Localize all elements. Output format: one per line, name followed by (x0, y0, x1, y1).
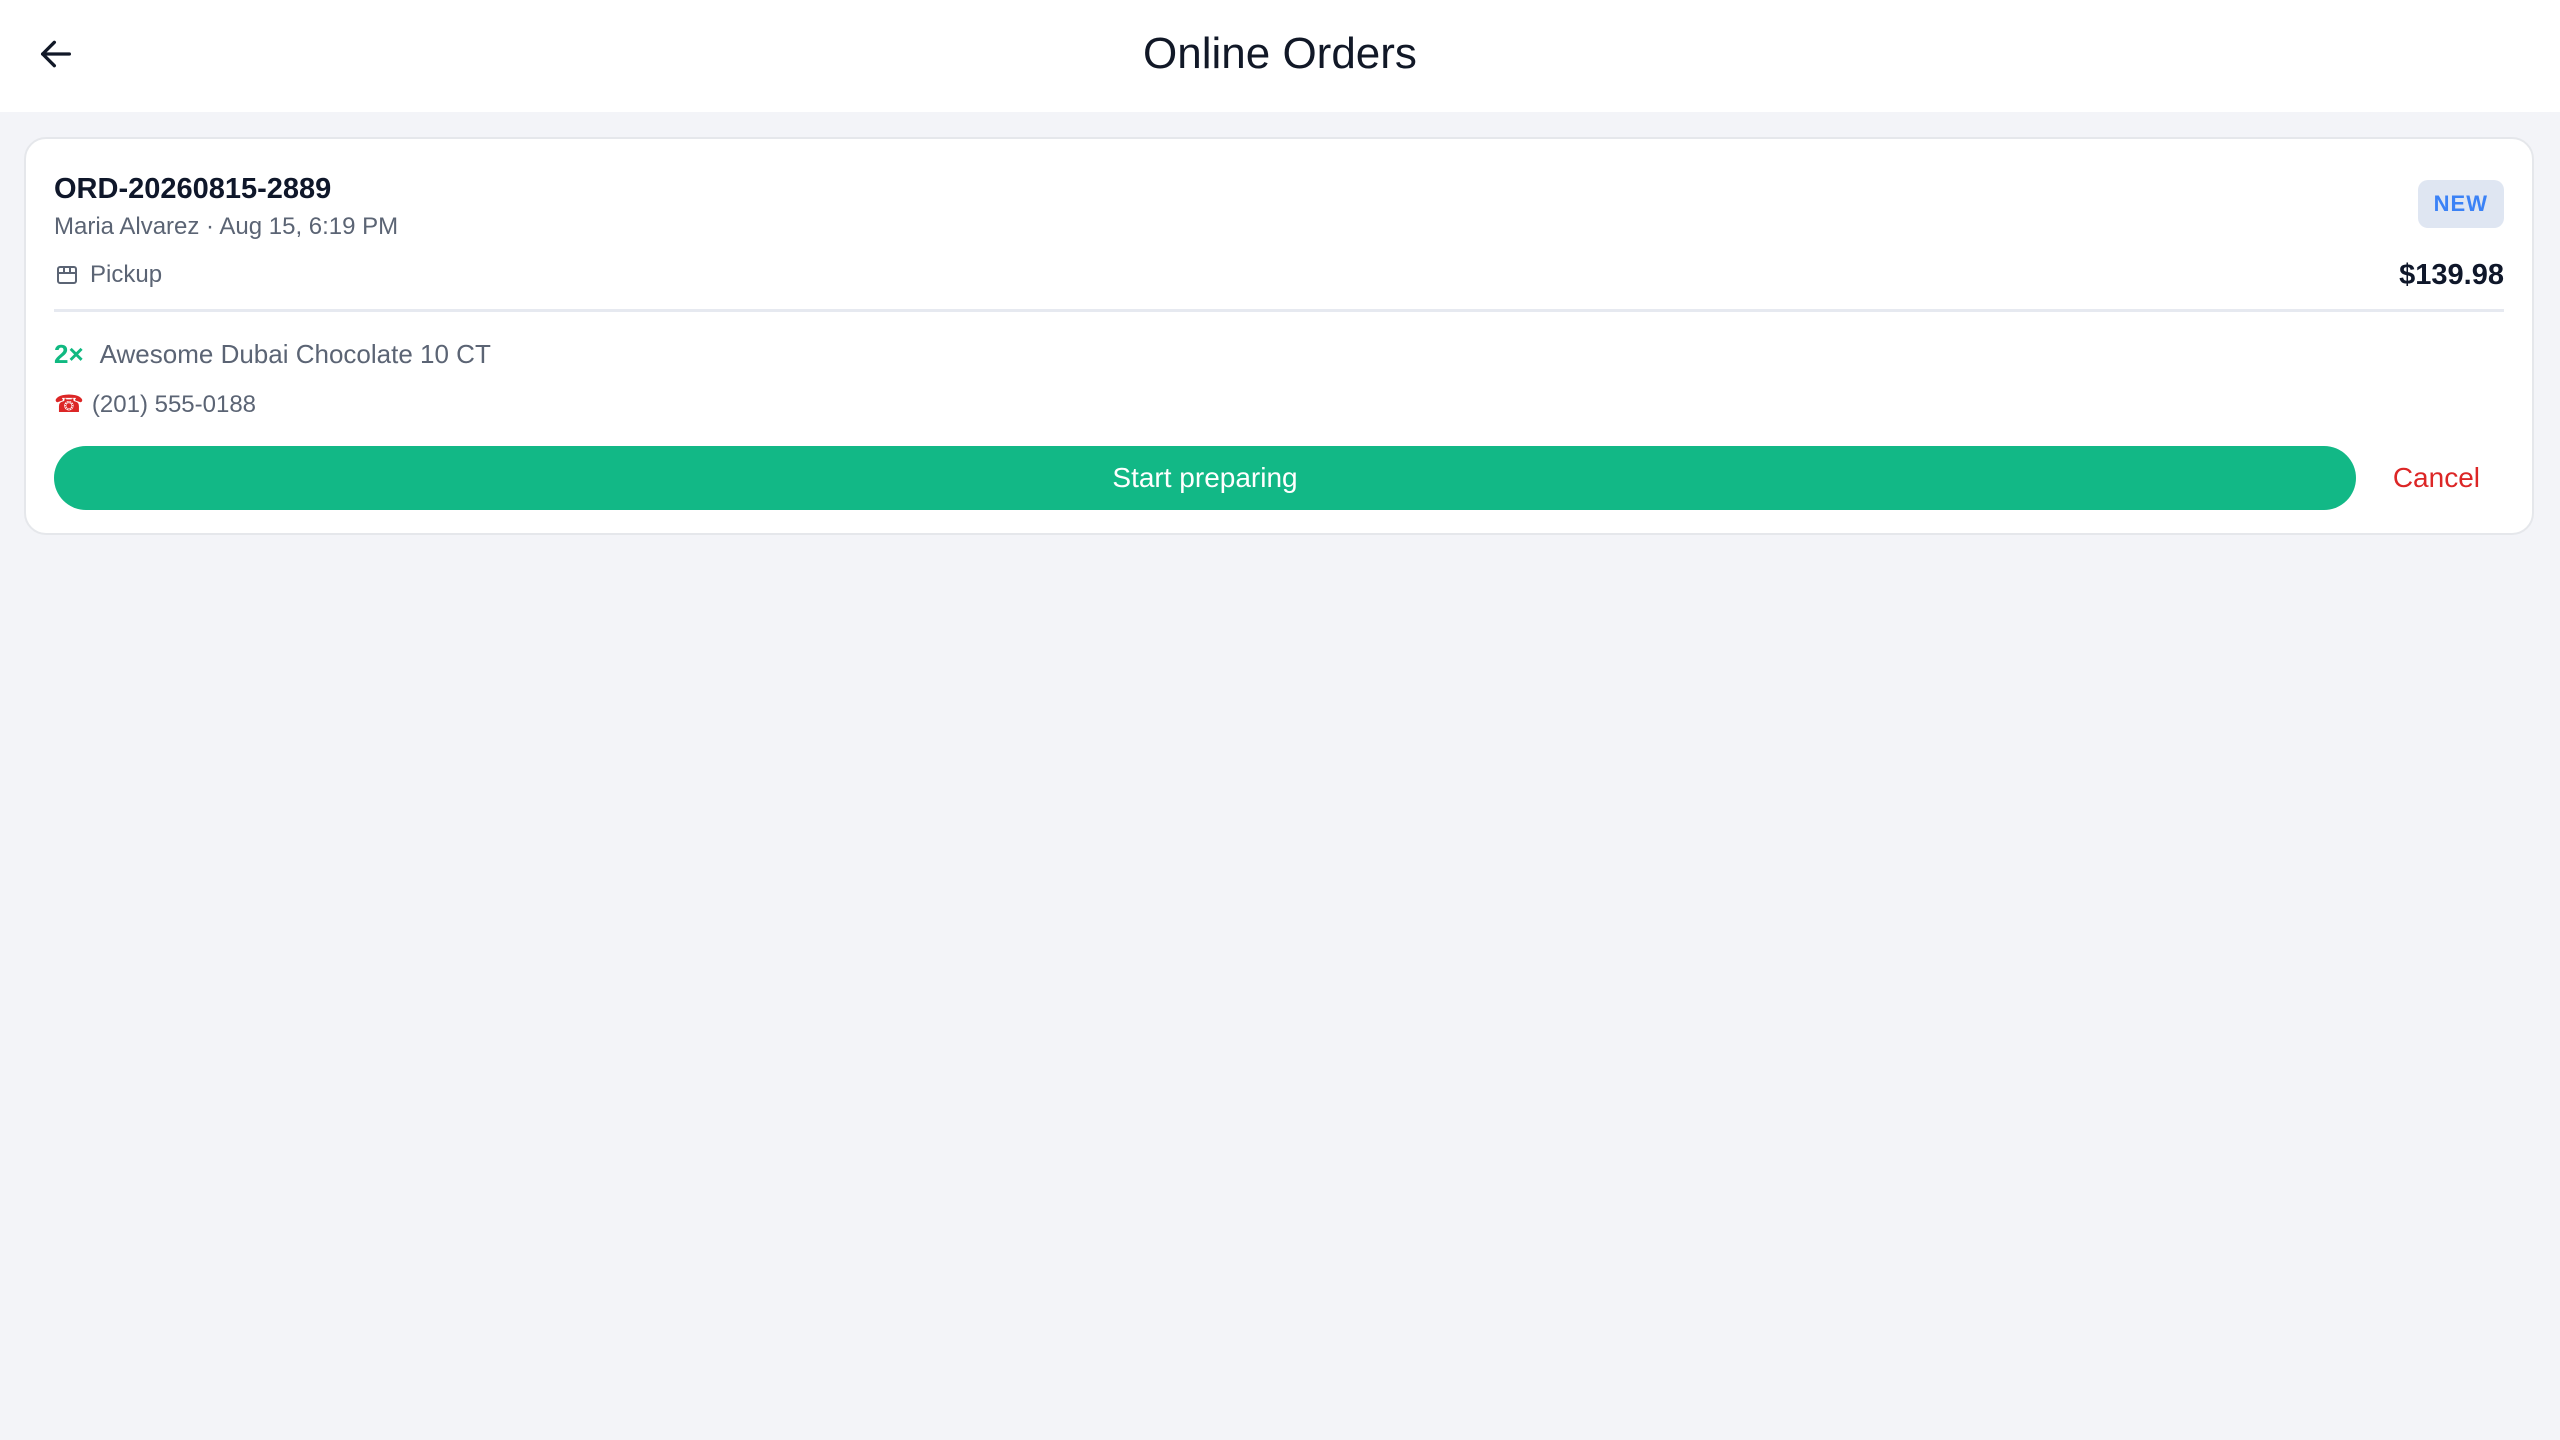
order-card[interactable]: ORD-20260815-2889 Maria Alvarez · Aug 15… (24, 137, 2534, 535)
cancel-button[interactable]: Cancel (2393, 446, 2480, 510)
start-preparing-button[interactable]: Start preparing (54, 446, 2356, 510)
customer-phone[interactable]: ☎ (201) 555-0188 (54, 389, 256, 421)
app-root: Online Orders ORD-20260815-2889 Maria Al… (0, 0, 2560, 1440)
item-name: Awesome Dubai Chocolate 10 CT (99, 338, 491, 369)
item-quantity: 2× (54, 338, 84, 369)
fulfillment-label: Pickup (90, 261, 163, 288)
divider (54, 309, 2504, 312)
fulfillment-type: Pickup (54, 259, 162, 291)
order-id: ORD-20260815-2889 (54, 173, 332, 205)
top-app-bar: Online Orders (0, 0, 2560, 112)
telephone-icon: ☎ (54, 391, 84, 418)
line-item: 2× Awesome Dubai Chocolate 10 CT (54, 336, 491, 372)
order-meta: Maria Alvarez · Aug 15, 6:19 PM (54, 213, 399, 240)
page-title: Online Orders (1143, 29, 1417, 78)
phone-number: (201) 555-0188 (91, 391, 257, 418)
status-badge: NEW (2417, 180, 2504, 228)
store-icon (54, 262, 80, 288)
order-total: $139.98 (2399, 259, 2504, 291)
